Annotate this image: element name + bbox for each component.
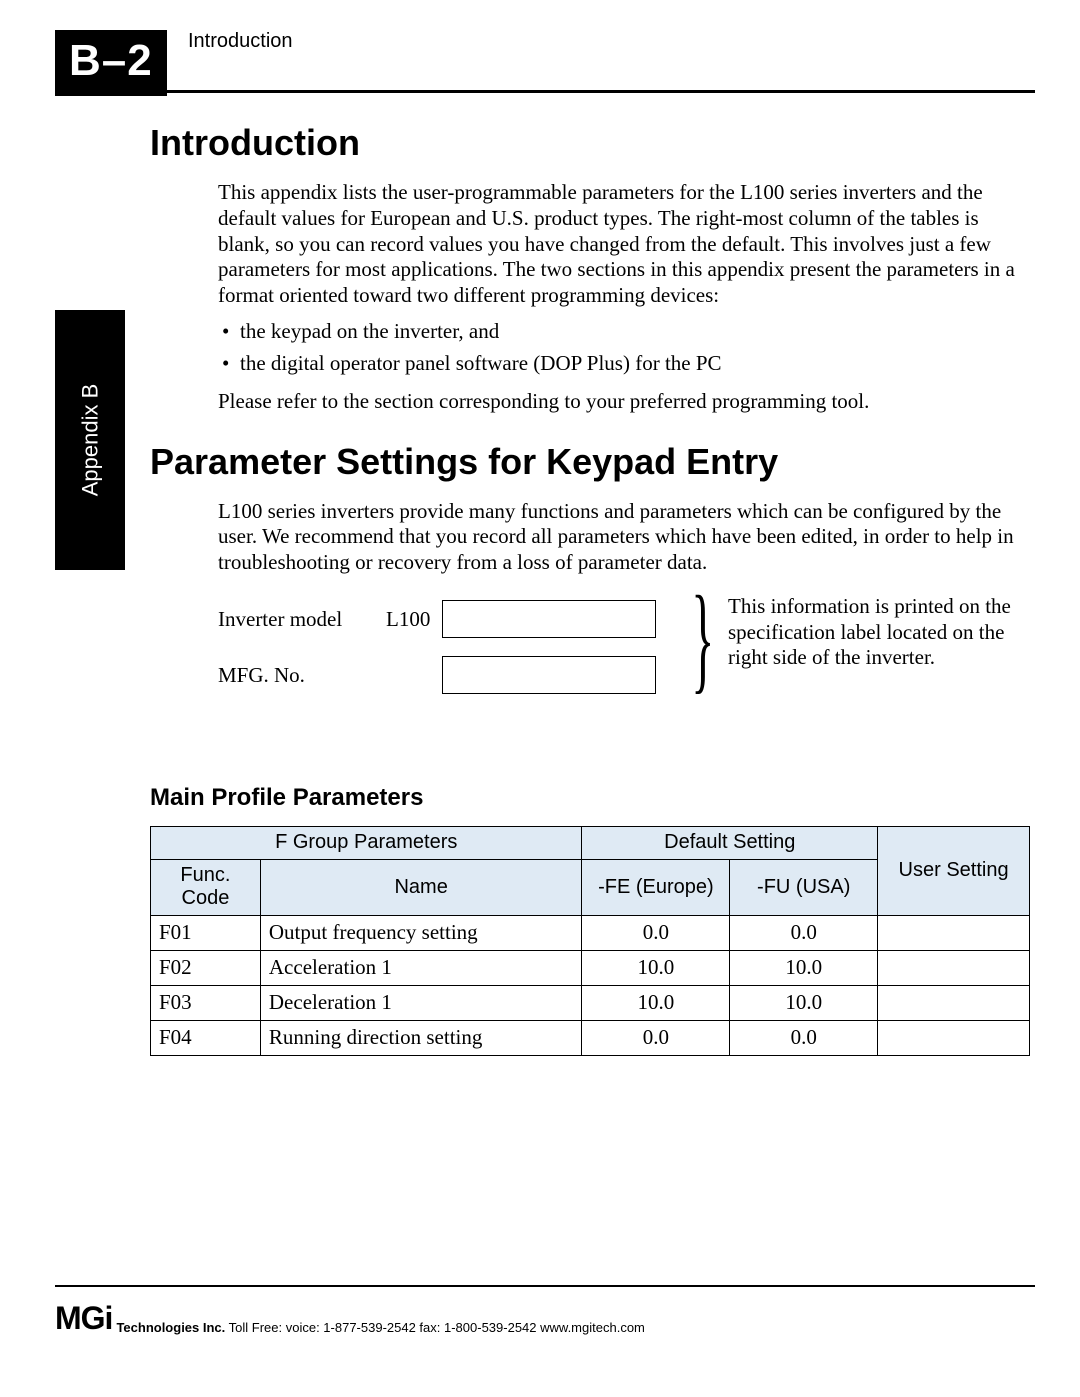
footer-company: Technologies Inc. <box>116 1320 225 1335</box>
footer-contact-text: Toll Free: voice: 1-877-539-2542 fax: 1-… <box>225 1320 645 1335</box>
page-number-badge: B–2 <box>55 30 167 96</box>
cell-user[interactable] <box>878 986 1030 1021</box>
side-tab-label: Appendix B <box>77 384 103 497</box>
th-user: User Setting <box>878 827 1030 916</box>
label-mfg-no: MFG. No. <box>218 663 386 688</box>
cell-code: F01 <box>151 916 261 951</box>
params-table: F Group Parameters Default Setting User … <box>150 826 1030 1056</box>
intro-bullet-2: the digital operator panel software (DOP… <box>218 351 1018 377</box>
cell-user[interactable] <box>878 951 1030 986</box>
cell-user[interactable] <box>878 916 1030 951</box>
cell-code: F02 <box>151 951 261 986</box>
cell-name: Acceleration 1 <box>260 951 582 986</box>
cell-fu: 0.0 <box>730 1021 878 1056</box>
th-default: Default Setting <box>582 827 878 860</box>
cell-user[interactable] <box>878 1021 1030 1056</box>
table-row: F01 Output frequency setting 0.0 0.0 <box>151 916 1030 951</box>
prefix-l100: L100 <box>386 607 442 632</box>
th-fe: -FE (Europe) <box>582 860 730 916</box>
cell-fe: 10.0 <box>582 951 730 986</box>
intro-paragraph-2: Please refer to the section correspondin… <box>218 389 1018 415</box>
th-func-code: Func. Code <box>151 860 261 916</box>
cell-code: F04 <box>151 1021 261 1056</box>
input-inverter-model-box[interactable] <box>442 600 656 638</box>
brace-icon: } <box>691 578 714 698</box>
cell-fe: 10.0 <box>582 986 730 1021</box>
param-paragraph-1: L100 series inverters provide many funct… <box>218 499 1018 576</box>
footer-contact: Technologies Inc. Toll Free: voice: 1-87… <box>116 1320 644 1335</box>
cell-fu: 0.0 <box>730 916 878 951</box>
table-row: F03 Deceleration 1 10.0 10.0 <box>151 986 1030 1021</box>
cell-code: F03 <box>151 986 261 1021</box>
header-divider <box>55 90 1035 93</box>
logo-mgi: MGi <box>55 1300 112 1337</box>
heading-introduction: Introduction <box>150 122 1034 164</box>
heading-parameter-settings: Parameter Settings for Keypad Entry <box>150 441 1034 483</box>
th-group: F Group Parameters <box>151 827 582 860</box>
intro-paragraph-1: This appendix lists the user-programmabl… <box>218 180 1018 309</box>
cell-fe: 0.0 <box>582 916 730 951</box>
record-block: Inverter model L100 MFG. No. } This info… <box>218 594 1018 714</box>
cell-fe: 0.0 <box>582 1021 730 1056</box>
table-row: F02 Acceleration 1 10.0 10.0 <box>151 951 1030 986</box>
table-row: F04 Running direction setting 0.0 0.0 <box>151 1021 1030 1056</box>
subheading-main-profile: Main Profile Parameters <box>150 784 1034 812</box>
intro-bullet-1: the keypad on the inverter, and <box>218 319 1018 345</box>
page-footer: MGi Technologies Inc. Toll Free: voice: … <box>55 1300 1035 1337</box>
cell-name: Output frequency setting <box>260 916 582 951</box>
th-fu: -FU (USA) <box>730 860 878 916</box>
running-header-title: Introduction <box>188 30 293 53</box>
input-mfg-no-box[interactable] <box>442 656 656 694</box>
cell-name: Deceleration 1 <box>260 986 582 1021</box>
label-inverter-model: Inverter model <box>218 607 386 632</box>
record-note: This information is printed on the speci… <box>728 594 1018 671</box>
cell-fu: 10.0 <box>730 986 878 1021</box>
footer-divider <box>55 1285 1035 1287</box>
side-tab-appendix: Appendix B <box>55 310 125 570</box>
cell-fu: 10.0 <box>730 951 878 986</box>
th-name: Name <box>260 860 582 916</box>
cell-name: Running direction setting <box>260 1021 582 1056</box>
